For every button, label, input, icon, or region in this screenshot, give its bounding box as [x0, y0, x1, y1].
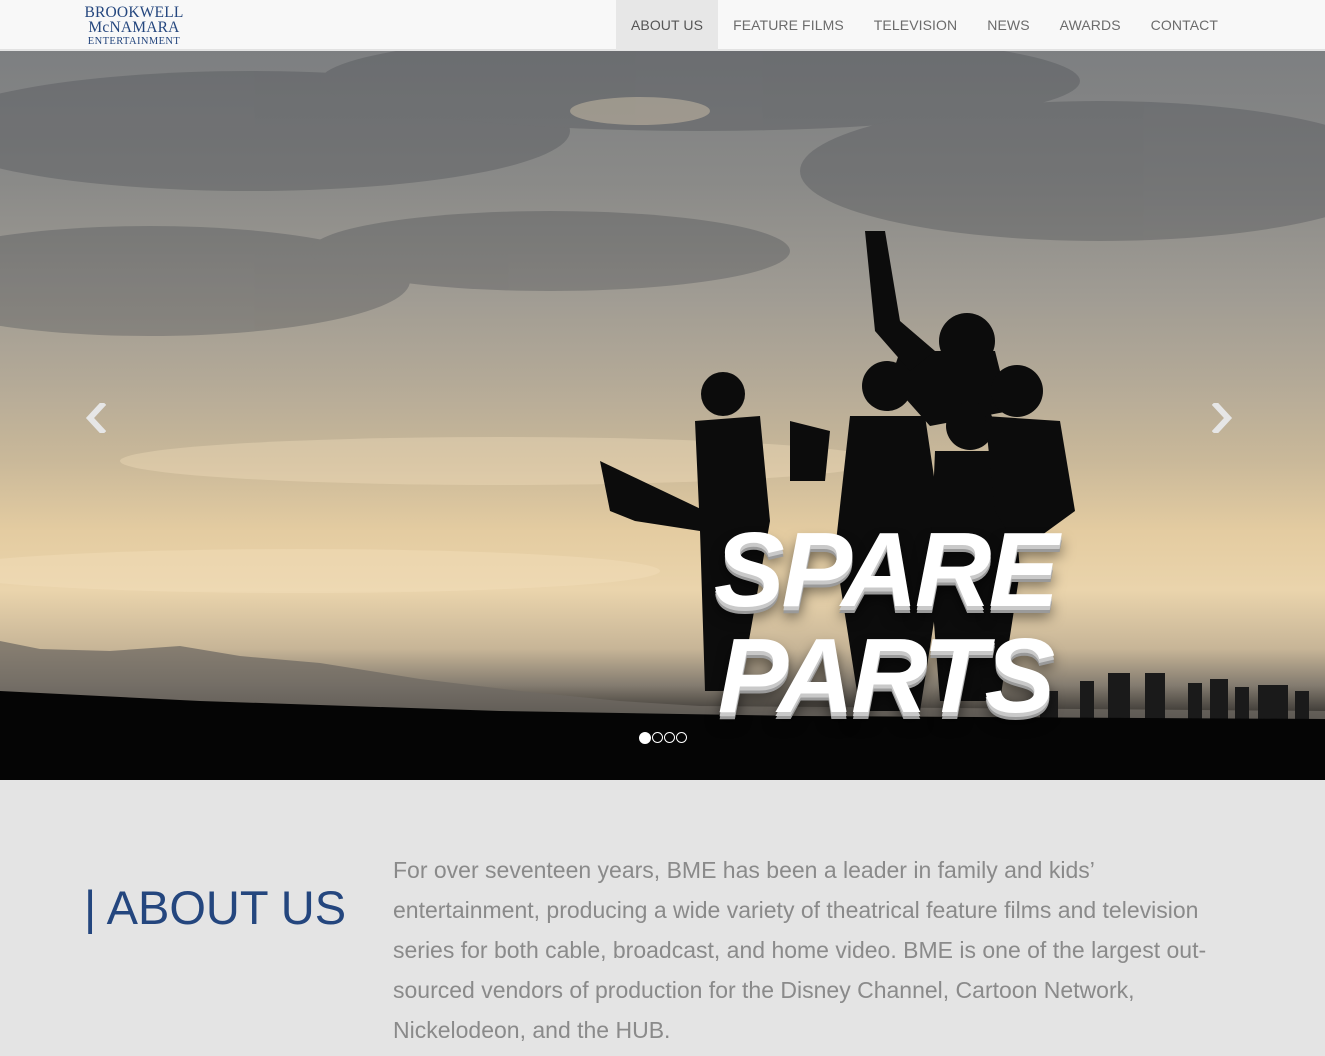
chevron-left-icon [85, 403, 106, 433]
carousel-next-button[interactable] [1212, 403, 1242, 433]
carousel-indicator-1[interactable] [639, 732, 651, 744]
brand-logo-line-1: BROOKWELL [84, 3, 184, 21]
carousel-indicators [639, 732, 687, 744]
hero-carousel: SPARE PARTS [0, 51, 1325, 780]
brand-logo[interactable]: BROOKWELL McNAMARA ENTERTAINMENT [84, 3, 184, 47]
main-nav: ABOUT US FEATURE FILMS TELEVISION NEWS A… [615, 0, 1233, 50]
carousel-indicator-3[interactable] [664, 732, 675, 743]
about-body-text: For over seventeen years, BME has been a… [393, 857, 1207, 1043]
brand-logo-line-3: ENTERTAINMENT [87, 35, 181, 47]
slide-title: SPARE PARTS [713, 511, 1059, 735]
carousel-indicator-2[interactable] [652, 732, 663, 743]
nav-item-news[interactable]: NEWS [972, 0, 1044, 50]
nav-item-television[interactable]: TELEVISION [859, 0, 972, 50]
top-navbar: BROOKWELL McNAMARA ENTERTAINMENT ABOUT U… [0, 0, 1325, 50]
cloud-layer [0, 51, 1325, 336]
about-heading: | ABOUT US [84, 881, 347, 934]
nav-item-about-us[interactable]: ABOUT US [615, 0, 719, 50]
nav-item-feature-films[interactable]: FEATURE FILMS [718, 0, 859, 50]
nav-item-contact[interactable]: CONTACT [1136, 0, 1233, 50]
carousel-indicator-4[interactable] [676, 732, 687, 743]
carousel-prev-button[interactable] [84, 403, 114, 433]
chevron-right-icon [1212, 403, 1233, 433]
nav-item-awards[interactable]: AWARDS [1045, 0, 1136, 50]
brand-logo-line-2: McNAMARA [88, 19, 180, 37]
